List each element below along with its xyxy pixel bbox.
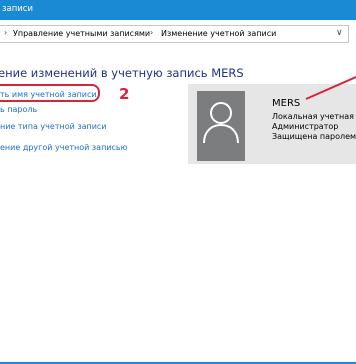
link-change-account-type[interactable]: ние типа учетной записи: [0, 122, 107, 131]
breadcrumb-separator-icon: ›: [150, 28, 154, 37]
address-dropdown-button[interactable]: ∨: [333, 26, 347, 42]
title-bar: записи: [0, 0, 356, 20]
avatar: [197, 91, 245, 161]
link-rename-account[interactable]: ть имя учетной записи: [0, 90, 97, 99]
link-change-password[interactable]: ь пароль: [0, 105, 37, 114]
account-password-status: Защищена паролем: [272, 132, 356, 141]
user-icon: [203, 102, 239, 144]
account-name: MERS: [272, 98, 301, 109]
account-type: Локальная учетная за: [272, 112, 356, 121]
address-divider: [348, 26, 349, 42]
link-manage-other-account[interactable]: ение другой учетной записью: [0, 143, 127, 152]
breadcrumb-account-management[interactable]: Управление учетными записями: [13, 29, 150, 38]
window-title: записи: [2, 4, 34, 14]
breadcrumb-separator-icon: ›: [4, 28, 8, 37]
account-role: Администратор: [272, 122, 339, 131]
page-heading: ение изменений в учетную запись MERS: [0, 66, 244, 80]
annotation-step-number: 2: [119, 85, 130, 103]
chevron-down-icon: ∨: [336, 28, 343, 38]
address-bar[interactable]: › Управление учетными записями › Изменен…: [0, 26, 356, 42]
breadcrumb-change-account[interactable]: Изменение учетной записи: [161, 29, 276, 38]
annotation-arrow-icon: [305, 76, 356, 100]
